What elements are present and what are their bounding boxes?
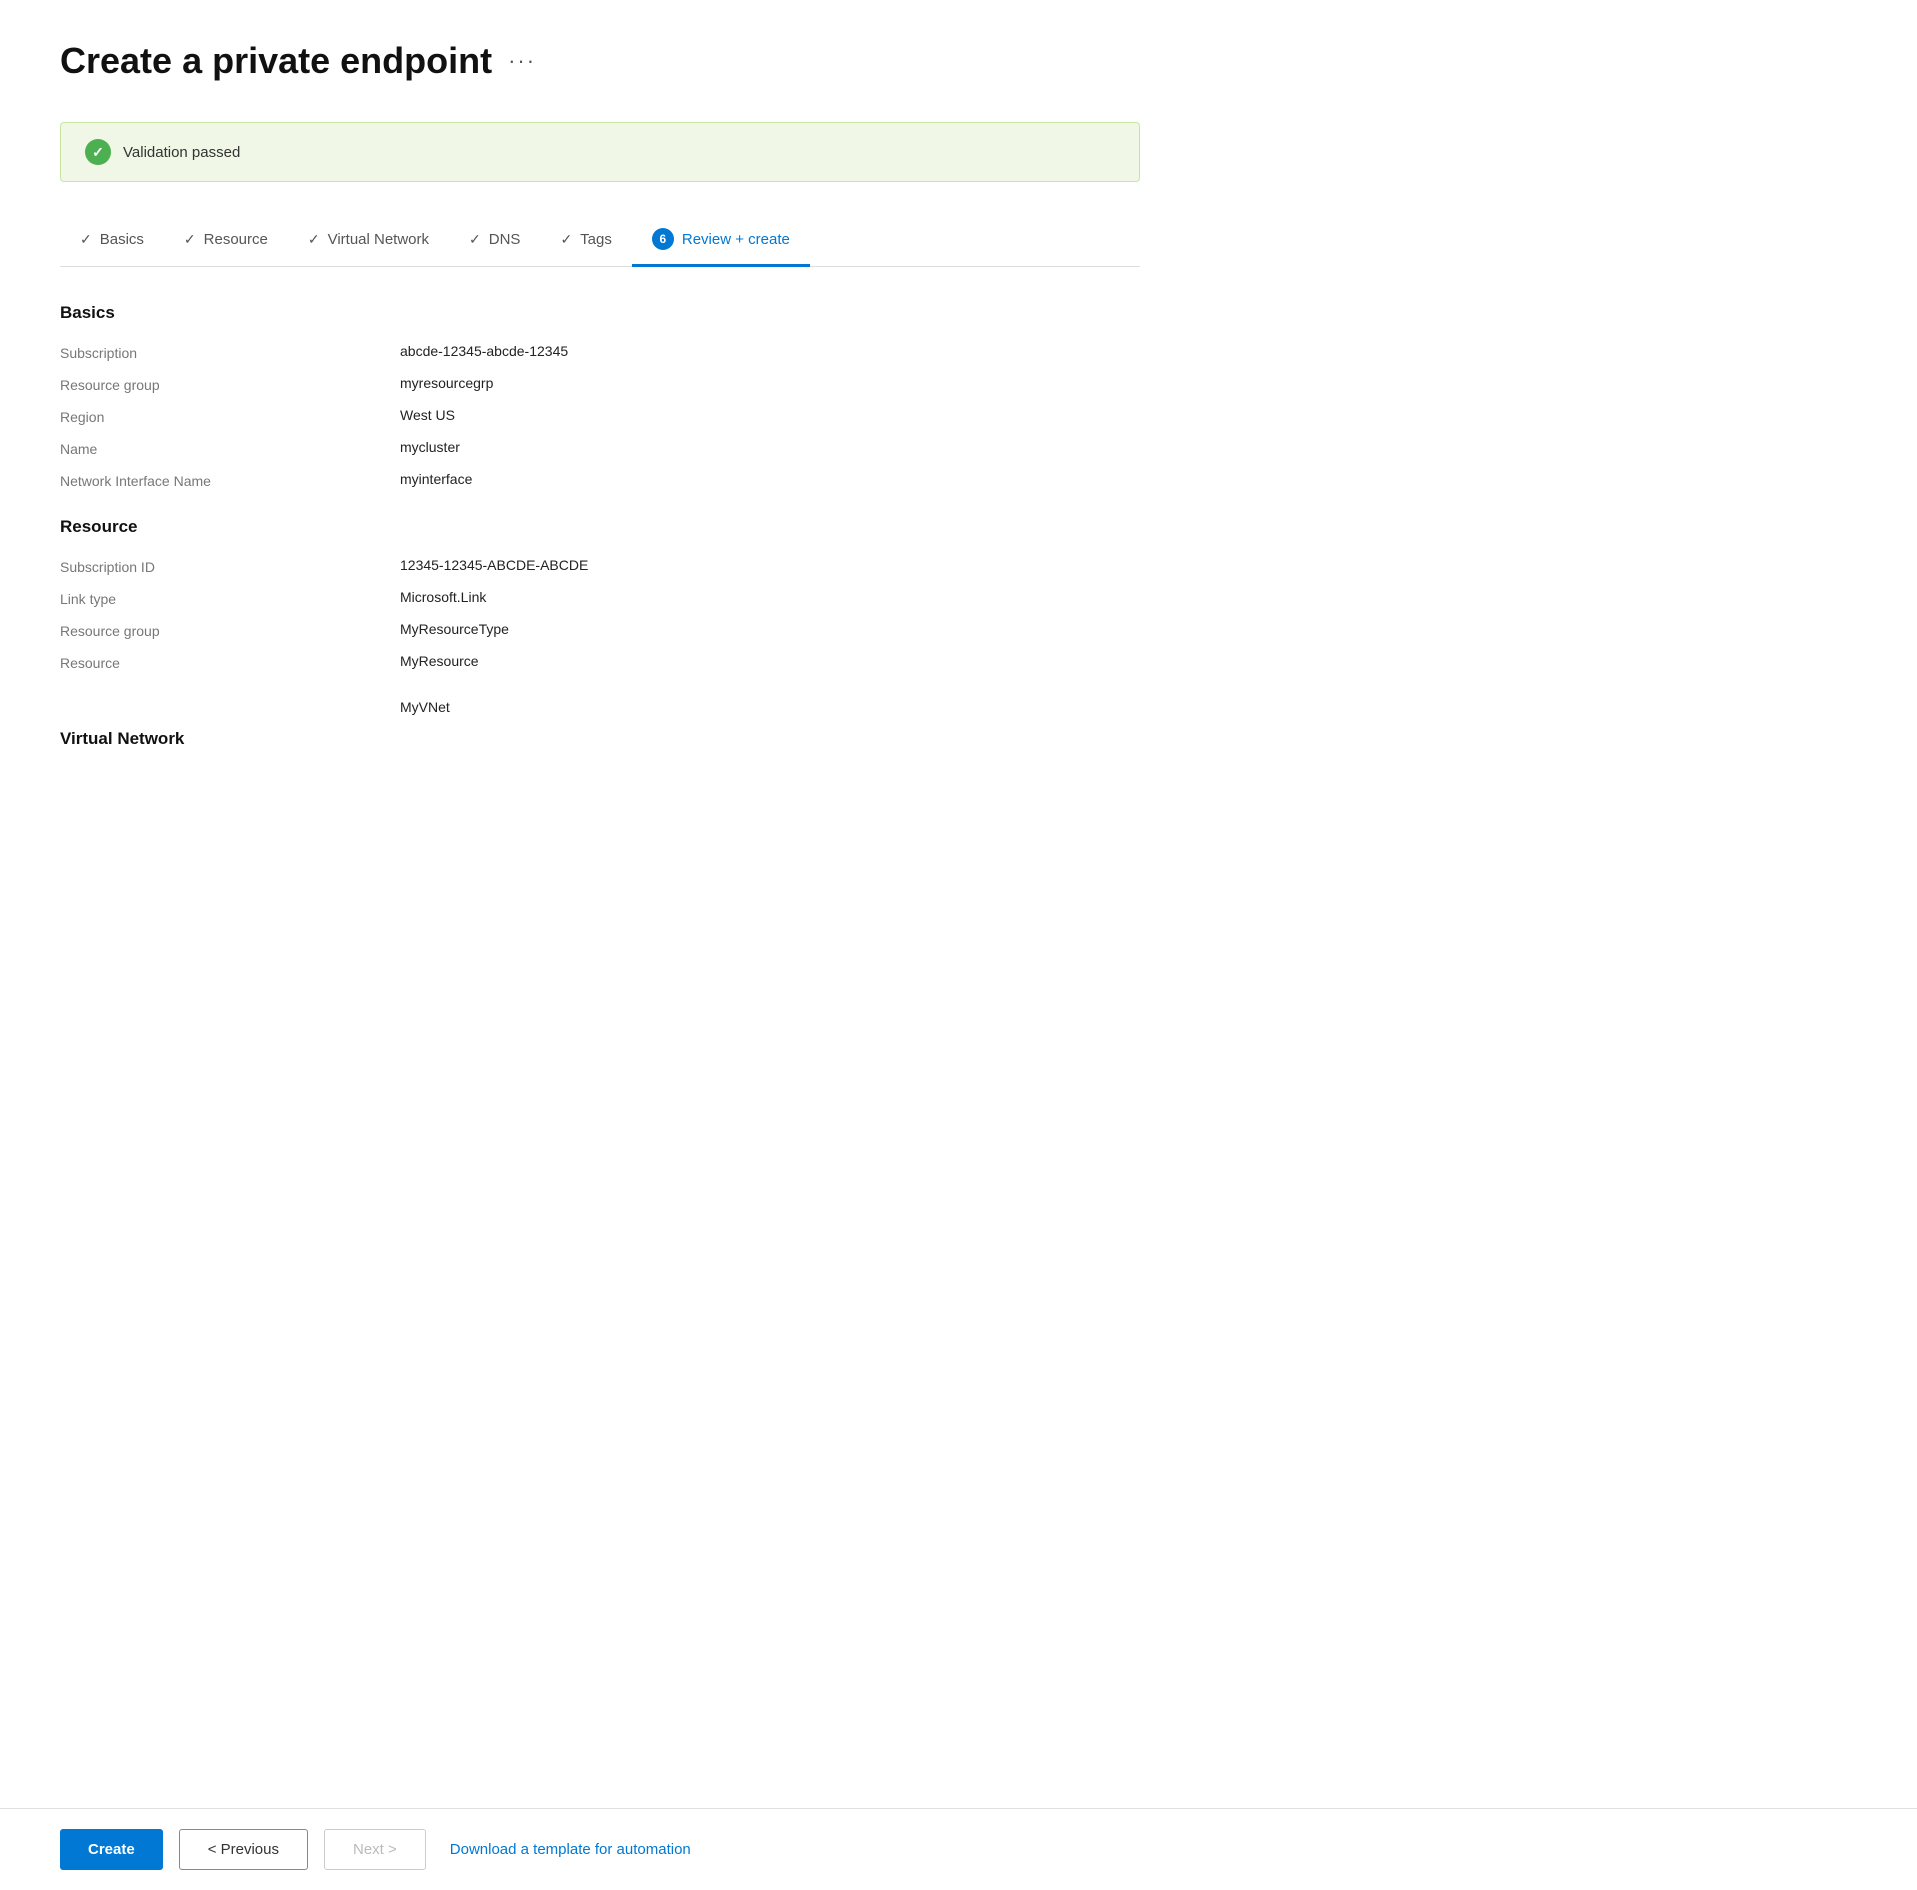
tab-review-create[interactable]: 6 Review + create (632, 218, 810, 267)
download-template-link[interactable]: Download a template for automation (450, 1841, 691, 1858)
tab-basics[interactable]: ✓ Basics (60, 221, 164, 264)
tab-virtualnetwork-check-icon: ✓ (308, 231, 320, 248)
resource-section-heading: Resource (60, 517, 1140, 537)
field-name: Name mycluster (60, 439, 1140, 457)
field-resource-value: MyResource (400, 653, 479, 669)
validation-banner: Validation passed (60, 122, 1140, 182)
virtual-network-section-heading: Virtual Network (60, 729, 1140, 749)
field-subscription-id-label: Subscription ID (60, 557, 400, 575)
page-title: Create a private endpoint (60, 40, 492, 82)
ellipsis-menu-icon[interactable]: ··· (508, 48, 536, 74)
field-name-label: Name (60, 439, 400, 457)
field-resource-group-basics-value: myresourcegrp (400, 375, 493, 391)
field-resource: Resource MyResource (60, 653, 1140, 671)
next-button: Next > (324, 1829, 426, 1870)
field-network-interface-name-label: Network Interface Name (60, 471, 400, 489)
field-network-interface-name-value: myinterface (400, 471, 472, 487)
field-network-interface-name: Network Interface Name myinterface (60, 471, 1140, 489)
field-resource-group-resource-label: Resource group (60, 621, 400, 639)
basics-section-heading: Basics (60, 303, 1140, 323)
tab-tags[interactable]: ✓ Tags (540, 221, 631, 264)
field-resource-group-resource-value: MyResourceType (400, 621, 509, 637)
tab-resource[interactable]: ✓ Resource (164, 221, 288, 264)
tab-dns[interactable]: ✓ DNS (449, 221, 540, 264)
field-resource-label: Resource (60, 653, 400, 671)
bottom-bar: Create < Previous Next > Download a temp… (0, 1808, 1917, 1890)
create-button[interactable]: Create (60, 1829, 163, 1870)
field-region-value: West US (400, 407, 455, 423)
field-region-label: Region (60, 407, 400, 425)
tab-dns-check-icon: ✓ (469, 231, 481, 248)
tab-tags-label: Tags (580, 231, 612, 248)
tab-basics-label: Basics (100, 231, 144, 248)
field-resource-group-basics-label: Resource group (60, 375, 400, 393)
field-region: Region West US (60, 407, 1140, 425)
field-subscription-label: Subscription (60, 343, 400, 361)
tabs-row: ✓ Basics ✓ Resource ✓ Virtual Network ✓ … (60, 218, 1140, 267)
field-link-type: Link type Microsoft.Link (60, 589, 1140, 607)
validation-check-icon (85, 139, 111, 165)
field-subscription-id: Subscription ID 12345-12345-ABCDE-ABCDE (60, 557, 1140, 575)
tab-basics-check-icon: ✓ (80, 231, 92, 248)
field-name-value: mycluster (400, 439, 460, 455)
validation-text: Validation passed (123, 144, 240, 161)
field-link-type-value: Microsoft.Link (400, 589, 486, 605)
tab-review-create-label: Review + create (682, 231, 790, 248)
tab-review-badge: 6 (652, 228, 674, 250)
tab-dns-label: DNS (489, 231, 521, 248)
field-myvnet: MyVNet (60, 699, 1140, 715)
field-myvnet-label (60, 699, 400, 701)
content-area: Basics Subscription abcde-12345-abcde-12… (60, 303, 1140, 849)
field-resource-group-basics: Resource group myresourcegrp (60, 375, 1140, 393)
tab-resource-check-icon: ✓ (184, 231, 196, 248)
field-subscription: Subscription abcde-12345-abcde-12345 (60, 343, 1140, 361)
tab-virtual-network[interactable]: ✓ Virtual Network (288, 221, 449, 264)
field-myvnet-value: MyVNet (400, 699, 450, 715)
field-resource-group-resource: Resource group MyResourceType (60, 621, 1140, 639)
tab-tags-check-icon: ✓ (560, 231, 572, 248)
field-subscription-value: abcde-12345-abcde-12345 (400, 343, 568, 359)
tab-virtual-network-label: Virtual Network (328, 231, 429, 248)
previous-button[interactable]: < Previous (179, 1829, 308, 1870)
field-link-type-label: Link type (60, 589, 400, 607)
field-subscription-id-value: 12345-12345-ABCDE-ABCDE (400, 557, 588, 573)
tab-resource-label: Resource (204, 231, 268, 248)
